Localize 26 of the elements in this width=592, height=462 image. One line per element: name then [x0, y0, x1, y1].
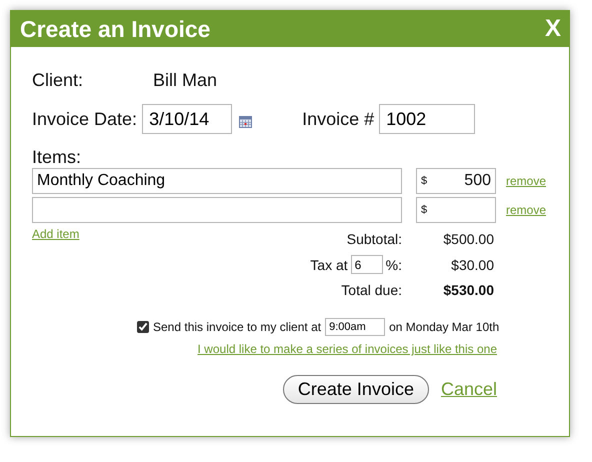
send-checkbox[interactable]	[137, 321, 149, 333]
total-label: Total due:	[340, 282, 402, 298]
send-label: Send this invoice to my client at	[153, 320, 322, 334]
create-invoice-button[interactable]: Create Invoice	[282, 375, 429, 404]
item-description-field[interactable]: Monthly Coaching	[32, 168, 402, 194]
tax-value: $30.00	[450, 256, 494, 272]
tax-label: Tax at	[310, 256, 348, 272]
items-label: Items:	[32, 147, 82, 168]
invoice-date-field[interactable]: 3/10/14	[142, 104, 232, 134]
item-amount-field[interactable]: $ 500	[416, 168, 496, 194]
client-label: Client:	[32, 70, 84, 90]
invoice-number-field[interactable]: 1002	[379, 104, 476, 134]
send-time-field[interactable]: 9:00am	[325, 318, 386, 336]
total-value: $530.00	[442, 282, 494, 298]
percent-label: %:	[386, 256, 402, 272]
item-amount-field[interactable]: $	[416, 197, 496, 223]
calendar-icon[interactable]	[239, 116, 252, 128]
tax-rate-field[interactable]: 6	[350, 255, 383, 274]
invoice-number-label: Invoice #	[302, 108, 374, 130]
client-name: Bill Man	[153, 70, 218, 90]
subtotal-value: $500.00	[442, 231, 494, 247]
subtotal-label: Subtotal:	[346, 231, 402, 247]
dialog-title: Create an Invoice	[20, 16, 210, 42]
invoice-date-label: Invoice Date:	[32, 108, 138, 130]
item-description-field[interactable]	[32, 197, 402, 223]
send-date-text: on Monday Mar 10th	[389, 320, 500, 334]
